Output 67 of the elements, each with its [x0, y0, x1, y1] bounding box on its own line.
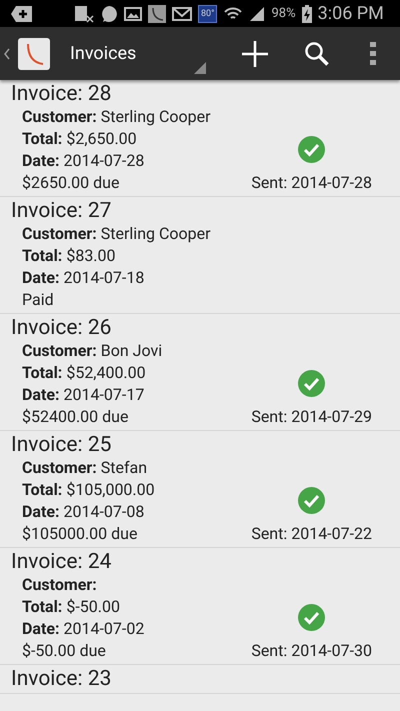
mail-icon: [172, 6, 192, 22]
image-icon: [124, 6, 142, 22]
due-status: $105000.00 due: [22, 524, 138, 543]
add-notification-icon: [10, 4, 34, 22]
due-status: $52400.00 due: [22, 407, 128, 426]
field-value: $2,650.00: [66, 128, 137, 150]
invoice-row[interactable]: Invoice: 28 Customer: Sterling Cooper Total: $2,650.00 Date: 2014-07-28 $2650.00 due Sent: 2014-07-28: [0, 80, 400, 197]
sent-date: Sent: 2014-07-30: [251, 640, 372, 662]
signal-icon: [249, 6, 266, 22]
field-value: Sterling Cooper: [100, 223, 211, 245]
field-label: Date:: [22, 501, 60, 523]
dropdown-corner-icon: [194, 62, 206, 74]
due-status: $2650.00 due: [22, 173, 120, 192]
field-value: 2014-07-28: [64, 150, 144, 172]
field-label: Customer:: [22, 106, 97, 128]
chat-bubble-icon: [100, 4, 118, 22]
field-label: Total:: [22, 128, 62, 150]
sent-date: Sent: 2014-07-22: [251, 523, 372, 545]
invoice-row[interactable]: Invoice: 23: [0, 665, 400, 694]
field-value: $83.00: [66, 245, 116, 267]
field-value: Stefan: [100, 457, 148, 479]
invoice-row[interactable]: Invoice: 27 Customer: Sterling Cooper Total: $83.00 Date: 2014-07-18 Paid: [0, 197, 400, 314]
field-value: $52,400.00: [66, 362, 146, 384]
field-label: Date:: [22, 618, 60, 640]
battery-percent: 98%: [271, 4, 296, 23]
field-label: Date:: [22, 384, 60, 406]
search-icon: [304, 40, 330, 66]
invoice-row[interactable]: Invoice: 24 Customer: Total: $-50.00 Date: 2014-07-02 $-50.00 due Sent: 2014-07-30: [0, 548, 400, 665]
field-value: $-50.00: [66, 596, 120, 618]
due-status: $-50.00 due: [22, 641, 106, 660]
document-icon: [74, 4, 94, 22]
clock-time: 3:06 PM: [318, 2, 384, 26]
sent-date: Sent: 2014-07-28: [251, 172, 372, 194]
more-vertical-icon: [370, 42, 376, 66]
field-label: Date:: [22, 150, 60, 172]
field-label: Customer:: [22, 223, 97, 245]
invoice-title: Invoice: 24: [11, 549, 112, 574]
field-value: 2014-07-18: [64, 267, 144, 289]
app-logo-icon: [18, 38, 50, 70]
field-label: Total:: [22, 479, 62, 501]
field-label: Customer:: [22, 574, 97, 596]
back-chevron-icon: [4, 48, 10, 60]
invoice-row[interactable]: Invoice: 26 Customer: Bon Jovi Total: $52,400.00 Date: 2014-07-17 $52400.00 due Sent: 2014-07-29: [0, 314, 400, 431]
field-label: Customer:: [22, 340, 97, 362]
field-value: 2014-07-17: [64, 384, 144, 406]
invoice-title: Invoice: 28: [11, 81, 112, 106]
field-value: Bon Jovi: [100, 340, 162, 362]
sent-date: Sent: 2014-07-29: [251, 406, 372, 428]
field-label: Customer:: [22, 457, 97, 479]
field-value: $105,000.00: [66, 479, 155, 501]
field-label: Total:: [22, 596, 62, 618]
invoice-title: Invoice: 27: [11, 198, 112, 223]
app-icon: [148, 4, 166, 22]
battery-charging-icon: [302, 4, 312, 22]
invoice-title: Invoice: 26: [11, 315, 112, 340]
field-label: Date:: [22, 267, 60, 289]
due-status: Paid: [22, 290, 54, 309]
temperature-badge: 80°: [198, 4, 218, 22]
field-label: Total:: [22, 245, 62, 267]
invoice-row[interactable]: Invoice: 25 Customer: Stefan Total: $105,000.00 Date: 2014-07-08 $105000.00 due Sent: 2014-07-22: [0, 431, 400, 548]
field-value: Sterling Cooper: [100, 106, 211, 128]
invoice-title: Invoice: 25: [11, 432, 112, 457]
field-label: Total:: [22, 362, 62, 384]
invoice-title: Invoice: 23: [11, 666, 112, 691]
field-value: 2014-07-08: [64, 501, 144, 523]
field-value: 2014-07-02: [64, 618, 144, 640]
plus-icon: [241, 40, 269, 68]
